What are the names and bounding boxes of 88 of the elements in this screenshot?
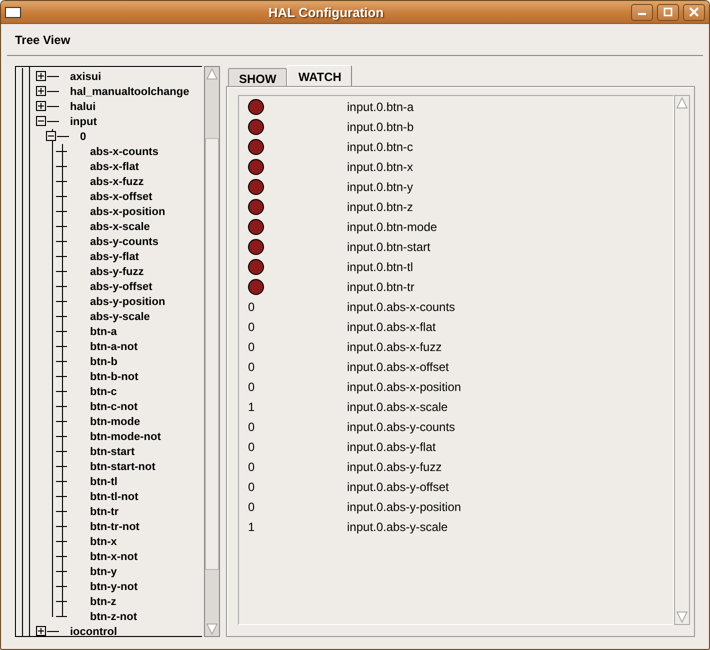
tree-item[interactable]: btn-mode	[90, 416, 140, 428]
pin-name: input.0.abs-x-position	[347, 380, 462, 394]
pin-name: input.0.btn-a	[347, 100, 414, 114]
tree-item[interactable]: axisui	[70, 70, 102, 82]
tab[interactable]: SHOW	[228, 68, 288, 86]
pin-name: input.0.abs-y-scale	[347, 520, 448, 534]
pin-value: 0	[248, 480, 255, 494]
minimize-button[interactable]	[631, 4, 653, 20]
tree-item[interactable]: btn-tl-not	[90, 490, 138, 502]
tree-item[interactable]: btn-mode-not	[90, 430, 161, 442]
pin-name: input.0.btn-c	[347, 140, 414, 154]
pin-value: 0	[248, 300, 255, 314]
tree-item[interactable]: btn-x-not	[90, 550, 138, 562]
tree-item[interactable]: btn-tr-not	[90, 520, 140, 532]
pin-name: input.0.abs-x-scale	[347, 400, 448, 414]
tree-item[interactable]: abs-x-flat	[90, 160, 139, 172]
pin-value: 0	[248, 320, 255, 334]
pin-name: input.0.abs-y-position	[347, 500, 462, 514]
pin-name: input.0.btn-tl	[347, 260, 414, 274]
tree-item[interactable]: btn-start	[90, 446, 135, 458]
tree-item[interactable]: abs-y-counts	[90, 236, 158, 248]
close-button[interactable]	[683, 4, 705, 20]
pin-value: 0	[248, 500, 255, 514]
tree-item[interactable]: btn-z-not	[90, 610, 138, 622]
pin-value: 0	[248, 460, 255, 474]
pin-name: input.0.abs-y-fuzz	[347, 460, 442, 474]
window-icon	[5, 6, 21, 18]
pin-name: input.0.btn-mode	[347, 220, 438, 234]
tree-item[interactable]: abs-x-offset	[90, 190, 152, 202]
tree-item[interactable]: btn-z	[90, 596, 116, 608]
expand-icon[interactable]	[36, 99, 47, 114]
tree-item[interactable]: halui	[70, 100, 96, 112]
tree-item[interactable]: btn-c-not	[90, 400, 138, 412]
pin-value: 0	[248, 420, 255, 434]
pin-name: input.0.abs-x-counts	[347, 300, 456, 314]
pin-value: 1	[248, 520, 255, 534]
tree-item[interactable]: abs-y-scale	[90, 310, 150, 322]
pin-name: input.0.btn-x	[347, 160, 414, 174]
pin-name: input.0.abs-x-flat	[347, 320, 436, 334]
tree-item[interactable]: btn-b-not	[90, 370, 138, 382]
expand-icon[interactable]	[36, 624, 47, 636]
pin-name: input.0.btn-tr	[347, 280, 414, 294]
tree-item[interactable]: abs-x-fuzz	[90, 176, 144, 188]
tree-item[interactable]: btn-y	[90, 566, 117, 578]
tab[interactable]: WATCH	[287, 65, 352, 86]
tree-item[interactable]: btn-c	[90, 386, 117, 398]
collapse-icon[interactable]	[46, 129, 57, 144]
tree-item[interactable]: input	[70, 116, 97, 128]
pin-name: input.0.btn-start	[347, 240, 430, 254]
pin-value: 0	[248, 340, 255, 354]
pin-name: input.0.btn-z	[347, 200, 414, 214]
tree-item[interactable]: btn-start-not	[90, 460, 156, 472]
tree-item[interactable]: abs-y-position	[90, 296, 166, 308]
tree-item[interactable]: btn-a	[90, 326, 117, 338]
tree-item[interactable]: abs-y-fuzz	[90, 266, 144, 278]
collapse-icon[interactable]	[36, 114, 47, 129]
tree-item[interactable]: hal_manualtoolchange	[70, 86, 190, 98]
tree-item[interactable]: btn-a-not	[90, 340, 138, 352]
pin-name: input.0.abs-y-offset	[347, 480, 449, 494]
pin-name: input.0.abs-x-offset	[347, 360, 449, 374]
close-icon	[689, 7, 699, 17]
tree-item[interactable]: abs-y-flat	[90, 250, 139, 262]
pin-value: 0	[248, 380, 255, 394]
tree-item[interactable]: btn-b	[90, 356, 118, 368]
tree-item[interactable]: abs-x-position	[90, 206, 166, 218]
tree-item[interactable]: iocontrol	[70, 626, 118, 636]
tree-item[interactable]: btn-tl	[90, 476, 118, 488]
maximize-button[interactable]	[657, 4, 679, 20]
pin-value: 0	[248, 360, 255, 374]
pin-name: input.0.abs-y-flat	[347, 440, 436, 454]
tree-item[interactable]: abs-y-offset	[90, 280, 152, 292]
pin-name: input.0.abs-y-counts	[347, 420, 456, 434]
tree-item[interactable]: btn-tr	[90, 506, 119, 518]
tree-item[interactable]: btn-x	[90, 536, 117, 548]
pin-name: input.0.btn-y	[347, 180, 414, 194]
expand-icon[interactable]	[36, 84, 47, 99]
expand-icon[interactable]	[36, 69, 47, 84]
pin-name: input.0.abs-x-fuzz	[347, 340, 442, 354]
maximize-icon	[663, 7, 673, 17]
pin-name: input.0.btn-b	[347, 120, 414, 134]
pin-value: 1	[248, 400, 255, 414]
tree-item[interactable]: abs-x-counts	[90, 146, 158, 158]
tree-item[interactable]: 0	[80, 130, 86, 142]
menu-item[interactable]: Tree View	[7, 32, 78, 46]
pin-value: 0	[248, 440, 255, 454]
tree-item[interactable]: abs-x-scale	[90, 220, 150, 232]
window-title: HAL Configuration	[267, 4, 385, 20]
tree-item[interactable]: btn-y-not	[90, 580, 138, 592]
